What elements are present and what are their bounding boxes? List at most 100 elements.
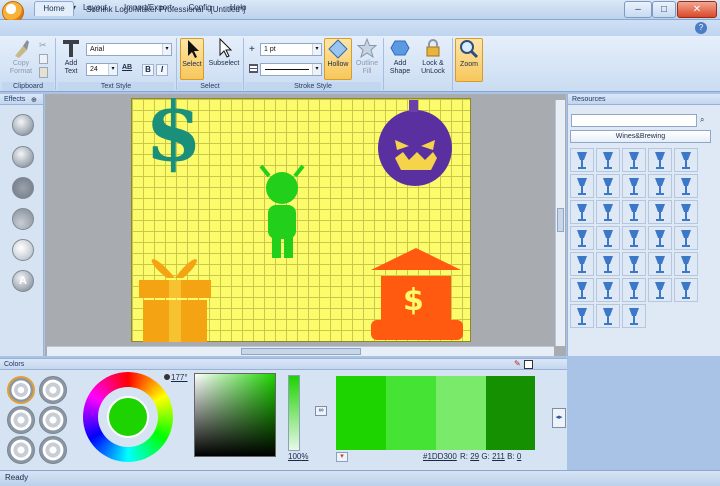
wine-glass-icon[interactable] (648, 226, 672, 250)
wine-glass-icon[interactable] (570, 252, 594, 276)
saturation-brightness-picker[interactable] (194, 373, 276, 457)
maximize-button[interactable]: □ (652, 1, 676, 18)
dollar-sign-shape[interactable]: $ (145, 98, 202, 180)
wine-glass-icon[interactable] (570, 304, 594, 328)
wine-glass-icon[interactable] (570, 200, 594, 224)
no-fill-icon[interactable] (524, 360, 533, 369)
effect-shadow-button[interactable] (12, 146, 34, 168)
tab-config[interactable]: Config (180, 1, 220, 16)
wine-glass-icon[interactable] (648, 200, 672, 224)
wine-glass-icon[interactable] (674, 226, 698, 250)
b-value[interactable]: 0 (517, 452, 521, 461)
color-preset-button[interactable] (7, 376, 35, 404)
wine-glass-icon[interactable] (648, 252, 672, 276)
wine-glass-icon[interactable] (570, 174, 594, 198)
wine-glass-icon[interactable] (596, 174, 620, 198)
tab-help[interactable]: Help (222, 1, 252, 16)
resources-category-select[interactable]: Wines&Brewing (570, 130, 711, 143)
g-value[interactable]: 211 (492, 452, 505, 461)
color-preset-button[interactable] (7, 436, 35, 464)
resources-search-input[interactable] (571, 114, 697, 127)
stroke-width-select[interactable]: 1 pt ▾ (260, 43, 322, 56)
paste-icon[interactable] (39, 67, 48, 78)
canvas-horizontal-scrollbar[interactable] (47, 346, 554, 356)
wine-glass-icon[interactable] (596, 304, 620, 328)
wine-glass-icon[interactable] (674, 174, 698, 198)
wine-glass-icon[interactable] (674, 252, 698, 276)
pumpkin-shape[interactable] (378, 100, 452, 186)
font-size-select[interactable]: 24 ▾ (86, 63, 118, 76)
wine-glass-icon[interactable] (570, 148, 594, 172)
r-value[interactable]: 29 (470, 452, 479, 461)
subselect-tool-button[interactable]: Subselect (207, 38, 241, 80)
search-icon[interactable]: ⌕ (700, 115, 704, 125)
italic-button[interactable]: I (156, 64, 168, 76)
lock-unlock-button[interactable]: Lock & UnLock (418, 38, 448, 82)
color-preset-button[interactable] (39, 406, 67, 434)
add-text-button[interactable]: Add Text (58, 38, 84, 80)
wine-glass-icon[interactable] (648, 148, 672, 172)
wine-glass-icon[interactable] (622, 226, 646, 250)
wine-glass-icon[interactable] (622, 304, 646, 328)
add-shape-button[interactable]: Add Shape (386, 38, 414, 82)
bank-building-shape[interactable]: $ (371, 248, 463, 340)
zoom-button[interactable]: Zoom (455, 38, 483, 82)
outline-fill-button[interactable]: Outline Fill (353, 38, 381, 80)
effect-text-button[interactable]: A (12, 270, 34, 292)
select-tool-button[interactable]: Select (180, 38, 204, 80)
wine-glass-icon[interactable] (622, 278, 646, 302)
wine-glass-icon[interactable] (596, 226, 620, 250)
canvas-vertical-scrollbar[interactable] (555, 100, 565, 346)
color-swatch[interactable] (436, 376, 486, 450)
font-family-select[interactable]: Arial ▾ (86, 43, 172, 56)
swatch-menu-icon[interactable]: ▾ (336, 452, 348, 462)
wine-glass-icon[interactable] (570, 278, 594, 302)
wine-glass-icon[interactable] (596, 148, 620, 172)
wine-glass-icon[interactable] (622, 252, 646, 276)
color-swatch[interactable] (386, 376, 436, 450)
text-case-button[interactable]: AB (122, 64, 132, 71)
wine-glass-icon[interactable] (596, 200, 620, 224)
wine-glass-icon[interactable] (570, 226, 594, 250)
gift-box-shape[interactable] (139, 259, 211, 342)
effect-emboss-button[interactable] (12, 208, 34, 230)
wine-glass-icon[interactable] (648, 278, 672, 302)
robot-figure-shape[interactable] (259, 164, 305, 258)
color-preset-button[interactable] (7, 406, 35, 434)
cut-icon[interactable]: ✂ (39, 40, 49, 50)
effect-bevel-button[interactable] (12, 114, 34, 136)
angle-handle-icon[interactable] (164, 374, 170, 380)
tab-home[interactable]: Home (34, 1, 74, 16)
copy-format-button[interactable]: Copy Format (6, 38, 36, 80)
opacity-value[interactable]: 100% (288, 452, 308, 461)
copy-icon[interactable] (39, 54, 48, 64)
color-swatch[interactable] (486, 376, 535, 450)
effect-glow-button[interactable] (12, 239, 34, 261)
close-button[interactable]: ✕ (677, 1, 717, 18)
tab-layout[interactable]: Layout (75, 1, 115, 16)
color-preset-button[interactable] (39, 376, 67, 404)
eyedropper-icon[interactable]: ✎ (514, 359, 521, 368)
effect-flat-button[interactable] (12, 177, 34, 199)
wine-glass-icon[interactable] (596, 278, 620, 302)
line-style-select[interactable]: ▾ (260, 63, 322, 76)
bold-button[interactable]: B (142, 64, 154, 76)
help-icon[interactable]: ? (695, 22, 707, 34)
wine-glass-icon[interactable] (622, 148, 646, 172)
hex-value[interactable]: #1DD300 (423, 452, 457, 461)
color-preset-button[interactable] (39, 436, 67, 464)
hollow-button[interactable]: Hollow (324, 38, 352, 80)
wine-glass-icon[interactable] (622, 200, 646, 224)
wine-glass-icon[interactable] (674, 148, 698, 172)
link-icon[interactable]: ∞ (315, 406, 327, 416)
scroll-thumb[interactable] (241, 348, 361, 355)
tab-import-export[interactable]: Import/Export (116, 1, 178, 16)
wine-glass-icon[interactable] (596, 252, 620, 276)
wine-glass-icon[interactable] (648, 174, 672, 198)
hue-angle-value[interactable]: 177° (171, 373, 188, 382)
color-swatch[interactable] (336, 376, 386, 450)
opacity-slider[interactable] (288, 375, 300, 451)
wine-glass-icon[interactable] (674, 200, 698, 224)
wine-glass-icon[interactable] (674, 278, 698, 302)
expand-arrows-icon[interactable]: ◂▸ (552, 408, 566, 428)
